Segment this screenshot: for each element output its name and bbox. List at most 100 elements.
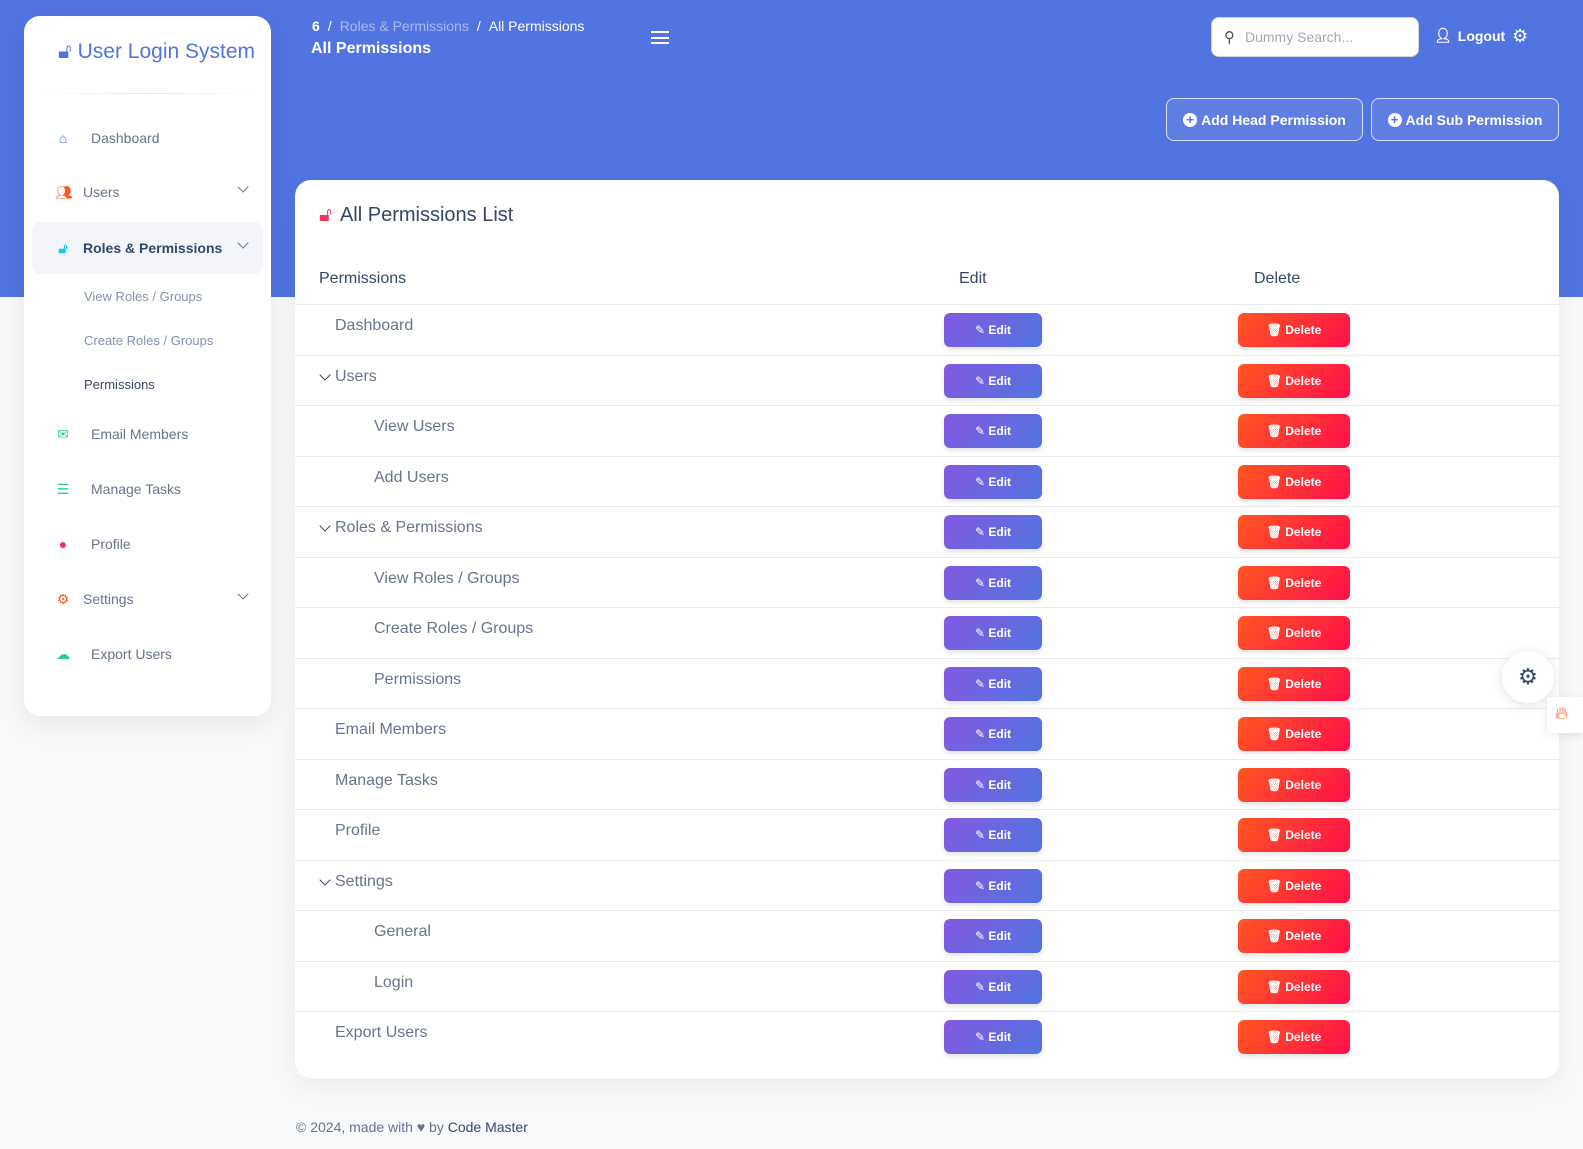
chevron-down-icon[interactable] xyxy=(319,873,331,886)
settings-fab-gear-icon[interactable]: ⚙︎ xyxy=(1502,651,1554,703)
sidebar-item-users[interactable]: 👥︎ Users xyxy=(32,166,263,218)
delete-button[interactable]: 🗑︎ Delete xyxy=(1238,1020,1350,1054)
edit-button[interactable]: ✎ Edit xyxy=(944,919,1042,953)
delete-label: Delete xyxy=(1285,575,1322,590)
breadcrumb-link[interactable]: Roles & Permissions xyxy=(340,18,469,34)
sidebar-item-export-users[interactable]: ☁︎ Export Users xyxy=(32,628,263,680)
edit-label: Edit xyxy=(988,474,1012,489)
table-row: Profile ✎ Edit 🗑︎ Delete xyxy=(295,809,1559,860)
trash-icon: 🗑︎ xyxy=(1266,626,1282,640)
flame-icon[interactable]: 🔥︎ xyxy=(1547,697,1583,733)
edit-button[interactable]: ✎ Edit xyxy=(944,414,1042,448)
gear-icon[interactable]: ⚙︎ xyxy=(1512,26,1528,47)
sidebar-item-label: Export Users xyxy=(91,646,172,662)
delete-button[interactable]: 🗑︎ Delete xyxy=(1238,414,1350,448)
card-title-text: All Permissions List xyxy=(339,204,514,226)
delete-button[interactable]: 🗑︎ Delete xyxy=(1238,969,1350,1004)
delete-button[interactable]: 🗑︎ Delete xyxy=(1238,313,1350,347)
brand[interactable]: 🔓︎ User Login System xyxy=(58,40,255,64)
trash-icon: 🗑︎ xyxy=(1266,474,1282,489)
edit-button[interactable]: ✎ Edit xyxy=(944,565,1042,600)
pencil-icon: ✎ xyxy=(974,373,986,388)
user-icon: ● xyxy=(58,536,68,552)
trash-icon: 🗑︎ xyxy=(1266,979,1282,994)
delete-button[interactable]: 🗑︎ Delete xyxy=(1238,565,1350,600)
trash-icon: 🗑︎ xyxy=(1266,575,1282,590)
pencil-icon: ✎ xyxy=(974,323,986,337)
delete-button[interactable]: 🗑︎ Delete xyxy=(1238,818,1350,852)
delete-label: Delete xyxy=(1285,727,1322,741)
permission-name: General xyxy=(374,923,431,940)
delete-button[interactable]: 🗑︎ Delete xyxy=(1238,616,1350,650)
sidebar-item-profile[interactable]: ● Profile xyxy=(32,518,263,570)
delete-label: Delete xyxy=(1285,474,1322,489)
sidebar-item-settings[interactable]: ⚙︎ Settings xyxy=(32,573,263,625)
sidebar-subitem-view-roles[interactable]: View Roles / Groups xyxy=(84,289,202,304)
edit-button[interactable]: ✎ Edit xyxy=(944,868,1042,903)
pencil-icon: ✎ xyxy=(974,424,986,438)
pencil-icon: ✎ xyxy=(974,979,986,994)
table-row: General ✎ Edit 🗑︎ Delete xyxy=(295,910,1559,961)
delete-button[interactable]: 🗑︎ Delete xyxy=(1238,717,1350,751)
pencil-icon: ✎ xyxy=(974,474,986,489)
edit-label: Edit xyxy=(988,575,1012,590)
sidebar-item-label: Dashboard xyxy=(91,130,160,146)
edit-button[interactable]: ✎ Edit xyxy=(944,616,1042,650)
delete-button[interactable]: 🗑︎ Delete xyxy=(1238,868,1350,903)
trash-icon: 🗑︎ xyxy=(1266,727,1282,741)
trash-icon: 🗑︎ xyxy=(1266,929,1282,943)
sidebar-item-dashboard[interactable]: ⌂ Dashboard xyxy=(32,112,263,164)
edit-button[interactable]: ✎ Edit xyxy=(944,969,1042,1004)
search-input[interactable] xyxy=(1245,29,1395,45)
sidebar-item-manage-tasks[interactable]: ☰ Manage Tasks xyxy=(32,463,263,515)
delete-button[interactable]: 🗑︎ Delete xyxy=(1238,666,1350,701)
delete-label: Delete xyxy=(1285,777,1322,792)
delete-label: Delete xyxy=(1285,626,1322,640)
menu-toggle-icon[interactable] xyxy=(651,31,669,44)
edit-label: Edit xyxy=(988,373,1012,388)
add-head-permission-button[interactable]: + Add Head Permission xyxy=(1166,98,1363,141)
trash-icon: 🗑︎ xyxy=(1266,878,1282,893)
sidebar-item-email-members[interactable]: ✉︎ Email Members xyxy=(32,408,263,460)
edit-button[interactable]: ✎ Edit xyxy=(944,767,1042,802)
trash-icon: 🗑︎ xyxy=(1266,373,1282,388)
sidebar-subitem-permissions[interactable]: Permissions xyxy=(84,377,155,392)
trash-icon: 🗑︎ xyxy=(1266,828,1282,842)
permissions-table: Dashboard ✎ Edit 🗑︎ Delete Users ✎ Edit 🗑︎ De… xyxy=(295,304,1559,1062)
pencil-icon: ✎ xyxy=(974,676,986,691)
edit-button[interactable]: ✎ Edit xyxy=(944,464,1042,499)
pencil-icon: ✎ xyxy=(974,777,986,792)
table-row: Roles & Permissions ✎ Edit 🗑︎ Delete xyxy=(295,506,1559,557)
delete-button[interactable]: 🗑︎ Delete xyxy=(1238,767,1350,802)
logout-button[interactable]: 👤︎ Logout xyxy=(1434,27,1505,44)
chevron-down-icon[interactable] xyxy=(319,368,331,381)
footer-author-link[interactable]: Code Master xyxy=(448,1119,528,1135)
delete-button[interactable]: 🗑︎ Delete xyxy=(1238,919,1350,953)
edit-button[interactable]: ✎ Edit xyxy=(944,313,1042,347)
pencil-icon: ✎ xyxy=(974,1030,986,1044)
button-label: Add Head Permission xyxy=(1201,111,1346,128)
delete-button[interactable]: 🗑︎ Delete xyxy=(1238,363,1350,398)
add-sub-permission-button[interactable]: + Add Sub Permission xyxy=(1371,98,1559,141)
plus-circle-icon: + xyxy=(1387,112,1402,127)
divider xyxy=(40,93,255,94)
sidebar-item-roles-permissions[interactable]: 🔓︎ Roles & Permissions xyxy=(32,222,263,274)
edit-button[interactable]: ✎ Edit xyxy=(944,363,1042,398)
table-row: View Roles / Groups ✎ Edit 🗑︎ Delete xyxy=(295,556,1559,608)
edit-button[interactable]: ✎ Edit xyxy=(944,515,1042,549)
table-row: Email Members ✎ Edit 🗑︎ Delete xyxy=(295,708,1559,759)
unlock-icon[interactable]: 6 xyxy=(312,18,320,34)
delete-label: Delete xyxy=(1285,676,1322,691)
pencil-icon: ✎ xyxy=(974,575,986,590)
table-row: Manage Tasks ✎ Edit 🗑︎ Delete xyxy=(295,758,1559,810)
delete-button[interactable]: 🗑︎ Delete xyxy=(1238,464,1350,499)
edit-button[interactable]: ✎ Edit xyxy=(944,818,1042,852)
edit-button[interactable]: ✎ Edit xyxy=(944,666,1042,701)
edit-button[interactable]: ✎ Edit xyxy=(944,1020,1042,1054)
edit-button[interactable]: ✎ Edit xyxy=(944,717,1042,751)
delete-button[interactable]: 🗑︎ Delete xyxy=(1238,515,1350,549)
trash-icon: 🗑︎ xyxy=(1266,676,1282,691)
envelope-icon: ✉︎ xyxy=(57,425,69,442)
sidebar-subitem-create-roles[interactable]: Create Roles / Groups xyxy=(84,333,213,348)
chevron-down-icon[interactable] xyxy=(319,520,331,532)
